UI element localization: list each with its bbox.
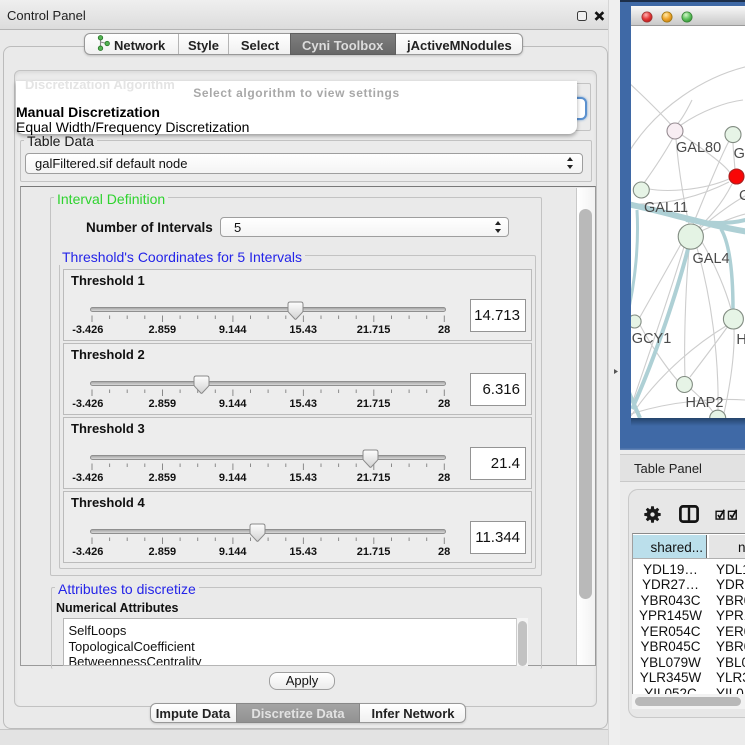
svg-text:GCY1: GCY1	[632, 331, 672, 347]
svg-text:GAL80: GAL80	[676, 140, 721, 156]
svg-text:GA: GA	[734, 146, 745, 162]
svg-text:H: H	[736, 332, 745, 348]
svg-text:GAL4: GAL4	[693, 251, 730, 267]
svg-text:HAP2: HAP2	[686, 395, 724, 411]
svg-text:C: C	[739, 188, 745, 204]
svg-text:GAL11: GAL11	[644, 200, 688, 216]
